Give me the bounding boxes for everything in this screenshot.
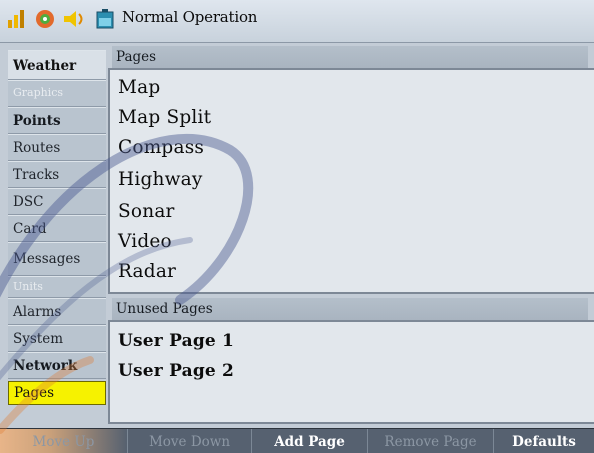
gps-signal-icon: [6, 8, 28, 30]
sidebar-item-pages[interactable]: Pages: [8, 381, 106, 405]
list-item[interactable]: Sonar: [118, 201, 175, 222]
list-item[interactable]: Map Split: [118, 107, 211, 128]
unused-group-label: Unused Pages: [112, 298, 588, 320]
remove-page-button[interactable]: Remove Page: [368, 429, 494, 453]
target-icon: [34, 8, 56, 30]
move-down-button[interactable]: Move Down: [128, 429, 252, 453]
add-page-button[interactable]: Add Page: [252, 429, 368, 453]
pages-list: Map Map Split Compass Highway Sonar Vide…: [108, 68, 594, 294]
title-bar: Normal Operation: [0, 0, 594, 43]
move-up-button[interactable]: Move Up: [0, 429, 128, 453]
title-text: Normal Operation: [122, 8, 258, 26]
battery-icon: [94, 8, 116, 30]
sidebar-item-graphics[interactable]: Graphics: [8, 80, 106, 107]
list-item[interactable]: Radar: [118, 261, 176, 282]
list-item[interactable]: User Page 2: [118, 361, 234, 381]
device-screen: Normal Operation Weather Graphics Points…: [0, 0, 594, 453]
sidebar-item-card[interactable]: Card: [8, 215, 106, 242]
sidebar-item-messages[interactable]: Messages: [8, 242, 106, 276]
sidebar-item-alarms[interactable]: Alarms: [8, 298, 106, 325]
sidebar-item-routes[interactable]: Routes: [8, 134, 106, 161]
sidebar-item-points[interactable]: Points: [8, 107, 106, 134]
defaults-button[interactable]: Defaults: [494, 429, 594, 453]
softkey-bar: Move Up Move Down Add Page Remove Page D…: [0, 428, 594, 453]
sidebar-item-tracks[interactable]: Tracks: [8, 161, 106, 188]
sidebar-item-network[interactable]: Network: [8, 352, 106, 379]
pages-group-label: Pages: [112, 46, 588, 68]
list-item[interactable]: Compass: [118, 137, 204, 158]
list-item[interactable]: User Page 1: [118, 331, 234, 351]
sidebar-item-dsc[interactable]: DSC: [8, 188, 106, 215]
unused-pages-list: User Page 1 User Page 2: [108, 320, 594, 424]
sidebar: Weather Graphics Points Routes Tracks DS…: [0, 50, 112, 424]
list-item[interactable]: Video: [118, 231, 172, 252]
sidebar-item-units[interactable]: Units: [8, 276, 106, 298]
speaker-icon: [62, 8, 84, 30]
list-item[interactable]: Map: [118, 77, 160, 98]
sidebar-item-weather[interactable]: Weather: [8, 50, 106, 80]
list-item[interactable]: Highway: [118, 169, 203, 190]
sidebar-item-system[interactable]: System: [8, 325, 106, 352]
